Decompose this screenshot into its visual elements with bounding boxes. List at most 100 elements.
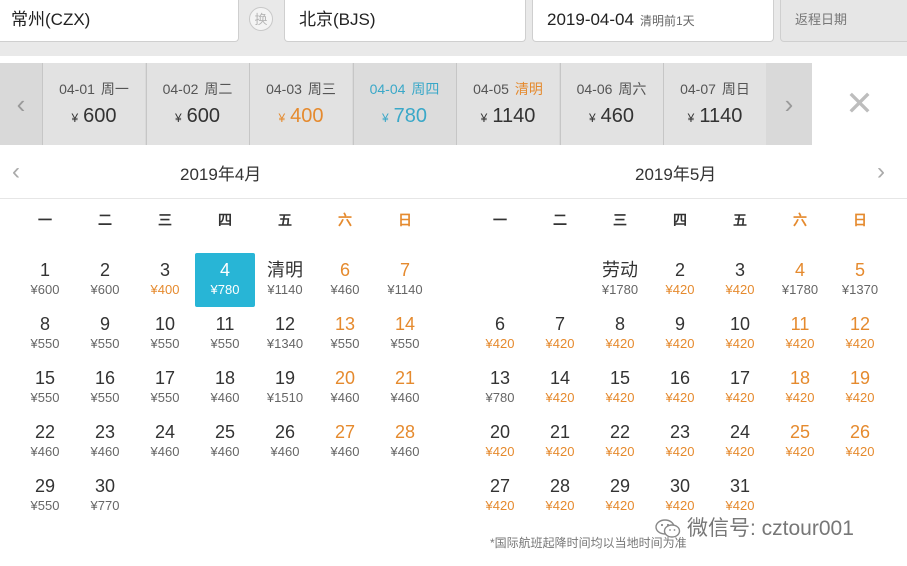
strip-day-04-03[interactable]: 04-03 周三 ¥400 — [249, 63, 352, 145]
calendar-day[interactable]: 17 ¥420 — [710, 361, 770, 415]
calendar-day-number: 20 — [489, 422, 511, 442]
calendar-day[interactable]: 18 ¥420 — [770, 361, 830, 415]
calendar-day[interactable]: 25 ¥420 — [770, 415, 830, 469]
calendar-day[interactable]: 11 ¥550 — [195, 307, 255, 361]
calendar-day[interactable]: 8 ¥420 — [590, 307, 650, 361]
chevron-left-icon[interactable]: ‹ — [0, 63, 42, 145]
departure-date-value: 2019-04-04 — [547, 10, 634, 29]
calendar-day[interactable]: 2 ¥600 — [75, 253, 135, 307]
strip-day-04-06[interactable]: 04-06 周六 ¥460 — [559, 63, 663, 145]
calendar-day[interactable]: 16 ¥550 — [75, 361, 135, 415]
calendar-day[interactable]: 2 ¥420 — [650, 253, 710, 307]
calendar-day-number: 27 — [489, 476, 511, 496]
calendar-day[interactable]: 11 ¥420 — [770, 307, 830, 361]
chevron-right-icon[interactable]: › — [768, 63, 810, 145]
weekday-header: 四 — [673, 212, 687, 228]
swap-button[interactable]: 换 — [249, 7, 273, 31]
calendar-day[interactable]: 4 ¥780 — [195, 253, 255, 307]
calendar-day-price: ¥550 — [210, 336, 240, 351]
calendar-day[interactable]: 23 ¥460 — [75, 415, 135, 469]
calendar-day[interactable]: 6 ¥460 — [315, 253, 375, 307]
calendar-day[interactable]: 13 ¥550 — [315, 307, 375, 361]
calendar-day[interactable]: 13 ¥780 — [470, 361, 530, 415]
calendar-day[interactable]: 30 ¥770 — [75, 469, 135, 523]
destination-field[interactable]: 北京(BJS) — [284, 0, 526, 42]
calendar-day[interactable]: 10 ¥420 — [710, 307, 770, 361]
calendar-day[interactable]: 25 ¥460 — [195, 415, 255, 469]
calendar-day[interactable]: 7 ¥1140 — [375, 253, 435, 307]
calendar-day[interactable]: 28 ¥460 — [375, 415, 435, 469]
calendar-day[interactable]: 17 ¥550 — [135, 361, 195, 415]
calendar-day[interactable]: 4 ¥1780 — [770, 253, 830, 307]
calendar-day[interactable]: 15 ¥550 — [15, 361, 75, 415]
calendar-day-number: 15 — [609, 368, 631, 388]
calendar-day-number: 27 — [334, 422, 356, 442]
strip-day-label: 04-05 清明 — [457, 79, 559, 99]
departure-date-hint: 清明前1天 — [639, 14, 695, 28]
departure-date-field[interactable]: 2019-04-04 清明前1天 — [532, 0, 774, 42]
calendar-day-price: ¥460 — [210, 444, 240, 459]
calendar-day[interactable]: 21 ¥460 — [375, 361, 435, 415]
calendar-day[interactable]: 12 ¥420 — [830, 307, 890, 361]
calendar-day[interactable]: 9 ¥420 — [650, 307, 710, 361]
strip-day-04-02[interactable]: 04-02 周二 ¥600 — [145, 63, 249, 145]
calendar-day[interactable]: 18 ¥460 — [195, 361, 255, 415]
calendar-day[interactable]: 3 ¥400 — [135, 253, 195, 307]
price-value: 1140 — [492, 105, 536, 127]
calendar-day[interactable]: 27 ¥460 — [315, 415, 375, 469]
calendar-day[interactable]: 1 ¥600 — [15, 253, 75, 307]
calendar-day-price: ¥460 — [330, 390, 360, 405]
calendar-day[interactable]: 26 ¥420 — [830, 415, 890, 469]
strip-day-04-01[interactable]: 04-01 周一 ¥600 — [42, 63, 145, 145]
strip-day-04-05[interactable]: 04-05 清明 ¥1140 — [456, 63, 559, 145]
strip-day-price: ¥460 — [561, 105, 663, 128]
calendar-prev-icon[interactable]: ‹ — [12, 158, 20, 186]
calendar-day[interactable]: 12 ¥1340 — [255, 307, 315, 361]
close-button[interactable]: ✕ — [812, 63, 907, 145]
calendar-day-price: ¥420 — [785, 390, 815, 405]
calendar-day[interactable]: 28 ¥420 — [530, 469, 590, 523]
calendar-day[interactable]: 21 ¥420 — [530, 415, 590, 469]
calendar-day-number: 1 — [39, 260, 50, 280]
calendar-day[interactable]: 劳动 ¥1780 — [590, 253, 650, 307]
calendar-day[interactable]: 5 ¥1370 — [830, 253, 890, 307]
currency-symbol: ¥ — [687, 111, 695, 125]
calendar-day[interactable]: 清明 ¥1140 — [255, 253, 315, 307]
calendar-day[interactable]: 26 ¥460 — [255, 415, 315, 469]
calendar-day[interactable]: 19 ¥420 — [830, 361, 890, 415]
calendar-day[interactable]: 20 ¥460 — [315, 361, 375, 415]
return-date-field[interactable]: 返程日期 — [780, 0, 907, 42]
calendar-day-price: ¥420 — [605, 498, 635, 513]
calendar-day-number: 29 — [34, 476, 56, 496]
calendar-day[interactable]: 15 ¥420 — [590, 361, 650, 415]
strip-day-04-04[interactable]: 04-04 周四 ¥780 — [352, 63, 456, 145]
calendar-day-price: ¥420 — [665, 444, 695, 459]
origin-field[interactable]: 常州(CZX) — [0, 0, 239, 42]
strip-day-price: ¥600 — [147, 105, 249, 128]
calendar-day-number: 4 — [794, 260, 805, 280]
strip-day-04-07[interactable]: 04-07 周日 ¥1140 — [663, 63, 766, 145]
calendar-day-number: 22 — [34, 422, 56, 442]
calendar-day[interactable]: 29 ¥420 — [590, 469, 650, 523]
price-value: 460 — [600, 105, 635, 127]
calendar-day[interactable]: 19 ¥1510 — [255, 361, 315, 415]
calendar-day[interactable]: 7 ¥420 — [530, 307, 590, 361]
calendar-day[interactable]: 22 ¥460 — [15, 415, 75, 469]
calendar-day[interactable]: 20 ¥420 — [470, 415, 530, 469]
calendar-day[interactable]: 24 ¥420 — [710, 415, 770, 469]
calendar-day[interactable]: 3 ¥420 — [710, 253, 770, 307]
calendar-day[interactable]: 10 ¥550 — [135, 307, 195, 361]
calendar-day[interactable]: 22 ¥420 — [590, 415, 650, 469]
calendar-day[interactable]: 9 ¥550 — [75, 307, 135, 361]
calendar-day[interactable]: 8 ¥550 — [15, 307, 75, 361]
calendar-day[interactable]: 27 ¥420 — [470, 469, 530, 523]
calendar-next-icon[interactable]: › — [877, 158, 885, 186]
calendar-day[interactable]: 24 ¥460 — [135, 415, 195, 469]
currency-symbol: ¥ — [174, 111, 182, 125]
calendar-day[interactable]: 23 ¥420 — [650, 415, 710, 469]
calendar-day[interactable]: 14 ¥550 — [375, 307, 435, 361]
calendar-day[interactable]: 6 ¥420 — [470, 307, 530, 361]
calendar-day[interactable]: 14 ¥420 — [530, 361, 590, 415]
calendar-day[interactable]: 16 ¥420 — [650, 361, 710, 415]
calendar-day[interactable]: 29 ¥550 — [15, 469, 75, 523]
